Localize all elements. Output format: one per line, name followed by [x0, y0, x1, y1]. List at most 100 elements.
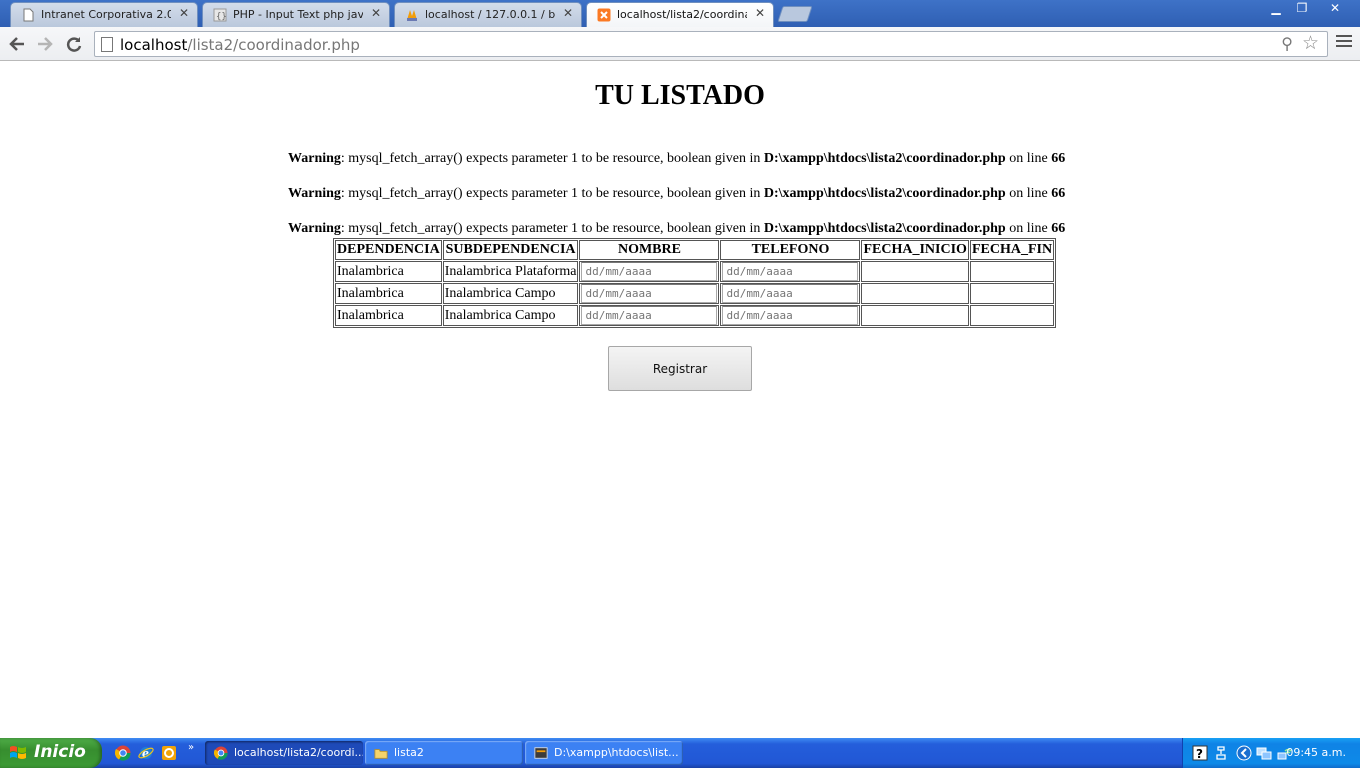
warning-message: : mysql_fetch_array() expects parameter … [340, 186, 764, 201]
column-header-dependencia: DEPENDENCIA [335, 240, 442, 260]
taskbar-item-chrome[interactable]: localhost/lista2/coordi... [205, 741, 363, 765]
warning-message: : mysql_fetch_array() expects parameter … [340, 151, 764, 166]
tab-label: Intranet Corporativa 2.0 [41, 8, 171, 21]
warning-line: 66 [1051, 221, 1066, 236]
column-header-telefono: TELEFONO [720, 240, 861, 260]
forward-arrow-icon [38, 37, 53, 51]
close-tab-icon[interactable]: ✕ [371, 6, 381, 20]
forward-button[interactable] [34, 33, 56, 55]
telefono-input[interactable] [722, 284, 859, 303]
phpmyadmin-icon [407, 10, 417, 21]
tab-label: localhost / 127.0.0.1 / bdede [425, 8, 555, 21]
start-label: Inicio [34, 742, 86, 762]
taskbar-item-folder[interactable]: lista2 [365, 741, 523, 765]
cell-dependencia: Inalambrica [335, 283, 442, 304]
task-label: localhost/lista2/coordi... [234, 746, 363, 759]
outlook-icon[interactable] [161, 745, 177, 761]
task-label: lista2 [394, 746, 424, 759]
quick-launch-more-icon[interactable]: » [188, 742, 194, 753]
close-tab-icon[interactable]: ✕ [755, 6, 765, 20]
listado-table: DEPENDENCIA SUBDEPENDENCIA NOMBRE TELEFO… [333, 238, 1057, 328]
svg-text:{}: {} [216, 12, 227, 22]
warning-line: 66 [1051, 186, 1066, 201]
registrar-button[interactable]: Registrar [608, 346, 752, 391]
bookmark-star-icon[interactable]: ☆ [1302, 32, 1319, 54]
display-icon[interactable] [1256, 745, 1272, 761]
warning-line: 66 [1051, 151, 1066, 166]
chrome-icon [214, 746, 228, 760]
php-warning: Warning: mysql_fetch_array() expects par… [288, 186, 1065, 202]
browser-tab-strip: Intranet Corporativa 2.0 ✕ {} PHP - Inpu… [0, 0, 1360, 27]
column-header-subdependencia: SUBDEPENDENCIA [442, 240, 579, 260]
table-row: Inalambrica Inalambrica Plataforma [335, 261, 1055, 282]
tab-phpmyadmin[interactable]: localhost / 127.0.0.1 / bdede ✕ [394, 2, 582, 27]
table-row: Inalambrica Inalambrica Campo [335, 283, 1055, 304]
editor-icon [534, 747, 548, 759]
nombre-input[interactable] [581, 306, 718, 325]
cell-fecha-inicio [861, 305, 969, 326]
back-arrow-icon[interactable] [1236, 745, 1252, 761]
cell-telefono [720, 261, 861, 282]
telefono-input[interactable] [722, 262, 859, 281]
restore-button[interactable]: ❐ [1288, 0, 1316, 18]
cell-dependencia: Inalambrica [335, 305, 442, 326]
windows-taskbar: Inicio e » localhost/lista2/coordi... li… [0, 738, 1360, 768]
cell-telefono [720, 283, 861, 304]
tab-php-input[interactable]: {} PHP - Input Text php javascr ✕ [202, 2, 390, 27]
browser-toolbar: localhost/lista2/coordinador.php ⚲ ☆ [0, 27, 1360, 61]
url-host: localhost [120, 36, 188, 54]
internet-explorer-icon[interactable]: e [138, 745, 154, 761]
cell-fecha-fin [969, 261, 1055, 282]
taskbar-item-editor[interactable]: D:\xampp\htdocs\list... [525, 741, 683, 765]
nombre-input[interactable] [581, 262, 718, 281]
new-tab-button[interactable] [777, 6, 813, 22]
cell-nombre [579, 305, 720, 326]
minimize-button[interactable]: ▁ [1262, 0, 1290, 18]
task-label: D:\xampp\htdocs\list... [554, 746, 679, 759]
reload-button[interactable] [63, 33, 85, 55]
clock: 09:45 a.m. [1286, 746, 1346, 759]
system-tray: ? 09:45 a.m. [1182, 738, 1360, 768]
chrome-icon[interactable] [115, 745, 131, 761]
cell-fecha-inicio [861, 261, 969, 282]
column-header-nombre: NOMBRE [579, 240, 720, 260]
back-arrow-icon [9, 37, 24, 51]
table-header-row: DEPENDENCIA SUBDEPENDENCIA NOMBRE TELEFO… [335, 240, 1055, 260]
cell-nombre [579, 261, 720, 282]
php-warning: Warning: mysql_fetch_array() expects par… [288, 151, 1065, 167]
url-text[interactable]: localhost/lista2/coordinador.php [120, 36, 360, 54]
warning-on-line: on line [1005, 151, 1052, 166]
close-tab-icon[interactable]: ✕ [563, 6, 573, 20]
start-button[interactable]: Inicio [0, 738, 102, 768]
close-tab-icon[interactable]: ✕ [179, 6, 189, 20]
warning-on-line: on line [1005, 186, 1052, 201]
nombre-input[interactable] [581, 284, 718, 303]
warning-file: D:\xampp\htdocs\lista2\coordinador.php [763, 151, 1006, 166]
windows-flag-icon [10, 746, 26, 759]
cell-subdependencia: Inalambrica Campo [442, 283, 579, 304]
cell-subdependencia: Inalambrica Plataforma [442, 261, 579, 282]
cell-fecha-inicio [861, 283, 969, 304]
tab-intranet[interactable]: Intranet Corporativa 2.0 ✕ [10, 2, 198, 27]
xampp-icon [597, 8, 611, 22]
svg-text:?: ? [1196, 747, 1203, 761]
cell-fecha-fin [969, 305, 1055, 326]
address-bar[interactable]: localhost/lista2/coordinador.php ⚲ ☆ [94, 31, 1328, 57]
close-window-button[interactable]: ✕ [1318, 0, 1352, 18]
help-icon[interactable]: ? [1192, 745, 1208, 761]
page-icon [23, 8, 34, 22]
warning-file: D:\xampp\htdocs\lista2\coordinador.php [763, 221, 1006, 236]
warning-file: D:\xampp\htdocs\lista2\coordinador.php [763, 186, 1006, 201]
search-icon[interactable]: ⚲ [1281, 34, 1293, 53]
back-button[interactable] [6, 33, 28, 55]
tab-coordinador[interactable]: localhost/lista2/coordinador.p ✕ [586, 2, 774, 27]
reload-icon [66, 37, 82, 52]
telefono-input[interactable] [722, 306, 859, 325]
warning-message: : mysql_fetch_array() expects parameter … [340, 221, 764, 236]
warning-label: Warning [288, 186, 341, 201]
network-icon[interactable] [1214, 745, 1230, 761]
folder-icon [374, 749, 388, 759]
braces-icon: {} [213, 8, 227, 22]
browser-menu-button[interactable] [1336, 35, 1352, 51]
cell-telefono [720, 305, 861, 326]
